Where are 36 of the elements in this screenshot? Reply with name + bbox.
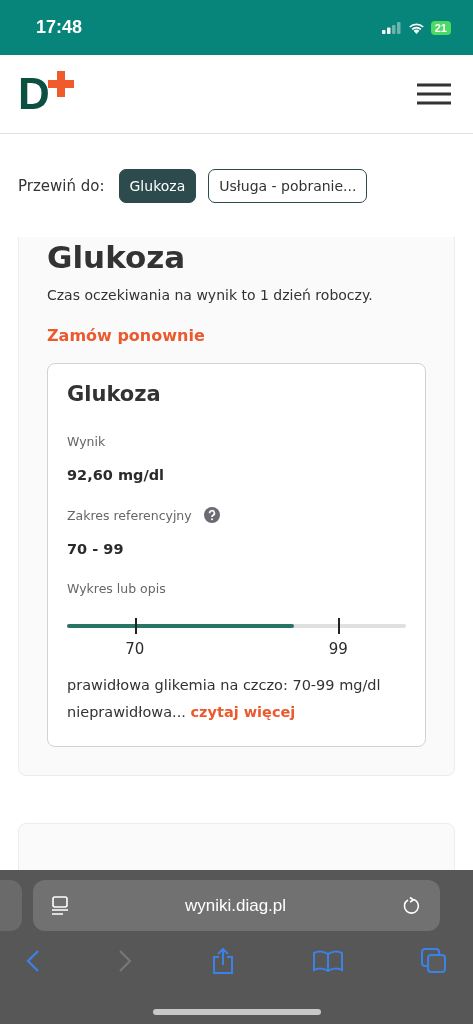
section-title: Glukoza	[47, 238, 187, 275]
result-title: Glukoza	[67, 382, 162, 406]
tick-label: 70	[125, 640, 145, 658]
section-chip[interactable]: Usługa - pobranie...	[208, 168, 368, 203]
read-more-link[interactable]: czytaj więcej	[190, 704, 296, 720]
home-indicator[interactable]	[153, 1009, 321, 1015]
status-time: 17:48	[36, 17, 83, 38]
result-description: prawidłowa glikemia na czczo: 70-99 mg/dl nieprawidłowa... czytaj więcej	[67, 676, 382, 722]
scroll-to-label: Przewiń do:	[18, 176, 105, 195]
field-label: Wykres lub opis	[67, 581, 167, 596]
wait-time-note: Czas oczekiwania na wynik to 1 dzień roboczy.	[47, 287, 374, 303]
result-value: 92,60 mg/dl	[67, 467, 166, 483]
help-icon[interactable]	[203, 507, 220, 523]
menu-icon[interactable]	[417, 83, 451, 105]
battery-indicator: 21	[430, 20, 451, 35]
url-text: wyniki.diag.pl	[184, 895, 287, 916]
tick-mark	[134, 618, 137, 634]
wifi-icon	[407, 21, 425, 34]
plus-icon	[47, 71, 74, 97]
tabs-icon[interactable]	[421, 948, 447, 974]
tick-label: 99	[328, 640, 348, 658]
reload-icon[interactable]	[402, 895, 422, 916]
forward-icon[interactable]	[118, 949, 133, 973]
field-label: Wynik	[67, 434, 107, 449]
tick-mark	[338, 618, 341, 634]
reorder-link[interactable]: Zamów ponownie	[47, 326, 205, 345]
share-icon[interactable]	[210, 947, 235, 975]
range-value: 70 - 99	[67, 541, 125, 557]
address-bar[interactable]: wyniki.diag.pl	[33, 880, 440, 931]
field-label: Zakres referencyjny	[67, 507, 192, 523]
logo-letter: D	[18, 75, 50, 113]
bookmarks-icon[interactable]	[312, 950, 343, 972]
signal-icon	[381, 21, 402, 34]
back-icon[interactable]	[26, 949, 40, 973]
section-chip[interactable]: Glukoza	[118, 168, 197, 203]
reader-icon[interactable]	[51, 895, 69, 916]
